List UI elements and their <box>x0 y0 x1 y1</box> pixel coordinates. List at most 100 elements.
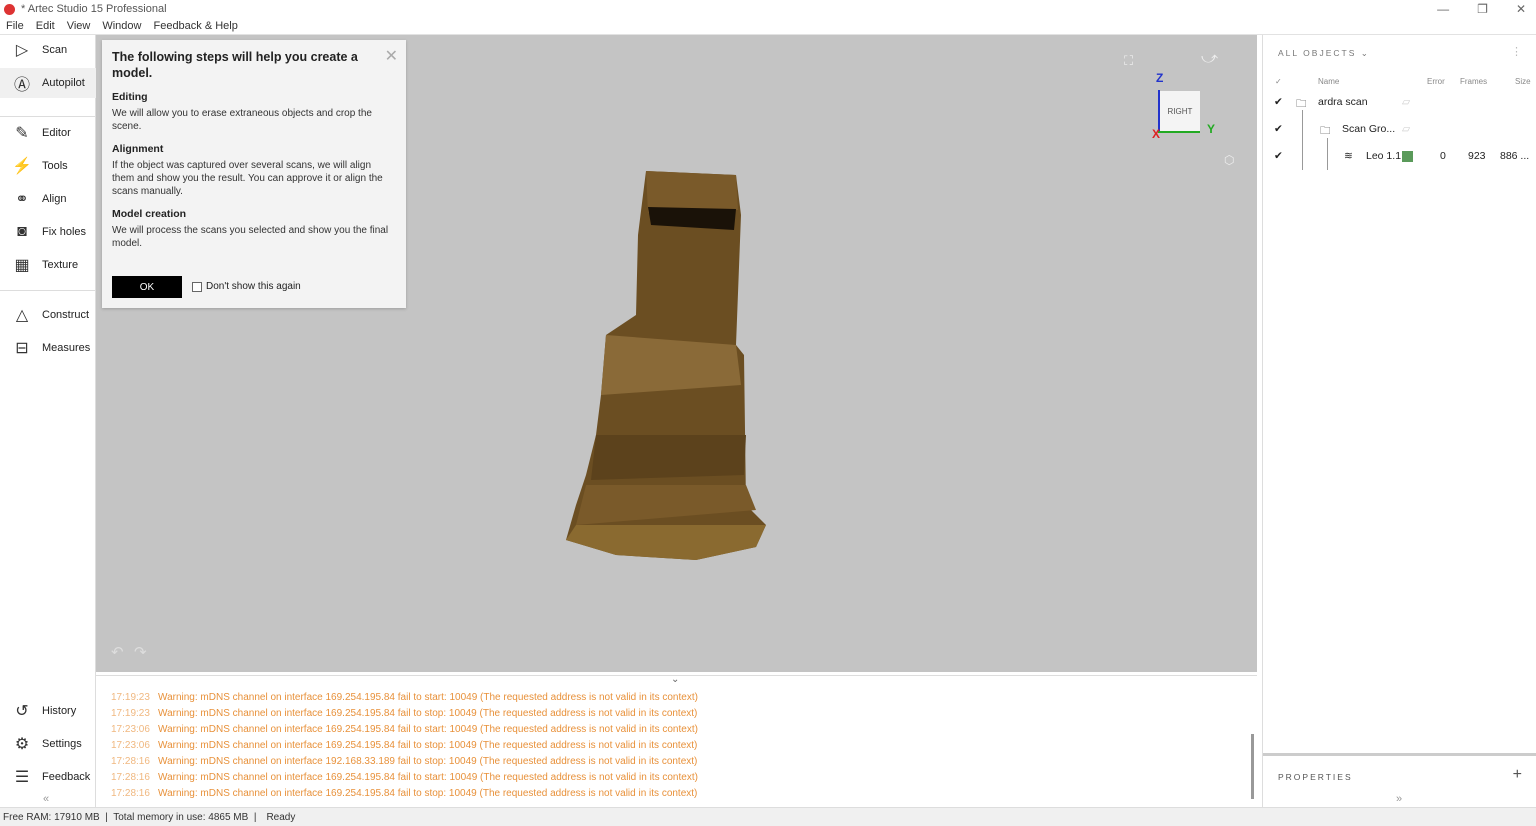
log-time: 17:19:23 <box>111 708 150 719</box>
scan-layers-icon: ≋ <box>1344 150 1353 162</box>
collapse-sidebar-button[interactable]: « <box>43 793 49 805</box>
sidebar-item-measures[interactable]: ⊟ Measures <box>0 333 96 363</box>
sidebar-item-editor[interactable]: ✎ Editor <box>0 118 96 148</box>
close-button[interactable]: ✕ <box>1516 2 1526 16</box>
sidebar-label: Tools <box>42 160 68 172</box>
sidebar-item-scan[interactable]: ▷ Scan <box>0 35 96 65</box>
visibility-check[interactable]: ✔ <box>1274 150 1283 162</box>
menu-feedback-help[interactable]: Feedback & Help <box>153 20 237 32</box>
folder-icon: 🗀 <box>1320 125 1331 137</box>
restore-button[interactable]: ❐ <box>1477 2 1488 16</box>
menu-edit[interactable]: Edit <box>36 20 55 32</box>
object-error: 0 <box>1440 150 1446 162</box>
gear-icon: ⚙ <box>14 736 30 753</box>
z-axis-label: Z <box>1156 71 1164 85</box>
menu-window[interactable]: Window <box>102 20 141 32</box>
view-cube-icon[interactable]: ⬡ <box>1224 153 1234 167</box>
sidebar-item-feedback[interactable]: ☰ Feedback <box>0 762 96 792</box>
column-name: Name <box>1318 77 1340 86</box>
visibility-check[interactable]: ✔ <box>1274 123 1283 135</box>
y-axis-label: Y <box>1207 122 1216 136</box>
object-row[interactable]: ✔ 🗀 ardra scan ▱ <box>1263 93 1536 113</box>
menu-file[interactable]: File <box>6 20 24 32</box>
dont-show-again-checkbox[interactable]: Don't show this again <box>192 281 301 292</box>
sidebar-item-settings[interactable]: ⚙ Settings <box>0 729 96 759</box>
sidebar-label: Measures <box>42 342 91 354</box>
view-cube-face[interactable]: RIGHT <box>1160 91 1200 131</box>
play-icon: ▷ <box>15 42 29 59</box>
dialog-title: The following steps will help you create… <box>112 50 358 80</box>
memory-status: Free RAM: 17910 MB | Total memory in use… <box>3 811 257 823</box>
column-error: Error <box>1427 77 1445 86</box>
log-scrollbar[interactable] <box>1251 734 1254 799</box>
sidebar: ▷ Scan Ⓐ Autopilot ✎ Editor ⚡ Tools ⚭ Align ◙… <box>0 35 96 807</box>
sidebar-label: Editor <box>42 127 71 139</box>
fit-view-icon[interactable]: ⛶ <box>1124 53 1133 69</box>
menu-view[interactable]: View <box>67 20 91 32</box>
column-check: ✓ <box>1275 77 1282 86</box>
rotate-view-icon[interactable]: ⤻ <box>1201 50 1218 68</box>
checkbox-box[interactable] <box>192 281 202 292</box>
sidebar-item-tools[interactable]: ⚡ Tools <box>0 151 96 181</box>
pencil-icon: ✎ <box>15 125 29 142</box>
sidebar-item-align[interactable]: ⚭ Align <box>0 184 96 214</box>
x-axis-label: X <box>1152 127 1161 141</box>
sidebar-label: Feedback <box>42 771 91 783</box>
log-line: 17:23:06 Warning: mDNS channel on interfa… <box>111 740 697 751</box>
sidebar-item-history[interactable]: ↺ History <box>0 696 96 726</box>
sidebar-label: Construct <box>42 309 90 321</box>
section-heading: Editing <box>112 91 148 103</box>
app-logo-icon <box>4 3 15 15</box>
object-row[interactable]: ✔ 🗀 Scan Gro... ▱ <box>1263 120 1536 140</box>
dialog-close-button[interactable]: ✕ <box>385 46 398 66</box>
expand-panel-button[interactable]: » <box>1396 793 1402 805</box>
section-heading: Alignment <box>112 143 164 155</box>
window-title: * Artec Studio 15 Professional <box>21 3 167 15</box>
sidebar-label: Align <box>42 193 67 205</box>
triangle-icon: △ <box>15 307 29 324</box>
sidebar-label: Fix holes <box>42 226 87 238</box>
log-toggle-button[interactable]: ⌄ <box>671 674 679 685</box>
log-time: 17:28:16 <box>111 756 150 767</box>
folder-icon: 🗀 <box>1296 98 1307 110</box>
object-size: 886 ... <box>1500 150 1530 162</box>
panel-splitter[interactable] <box>1263 753 1536 756</box>
log-panel: ⌄ 17:19:23 Warning: mDNS channel on inter… <box>96 674 1257 805</box>
log-time: 17:19:23 <box>111 692 150 703</box>
all-objects-dropdown[interactable]: ALL OBJECTS ⌄ <box>1278 48 1370 59</box>
log-message: Warning: mDNS channel on interface 169.2… <box>158 724 698 735</box>
log-line: 17:19:23 Warning: mDNS channel on interfa… <box>111 692 698 703</box>
title-bar: * Artec Studio 15 Professional — ❐ ✕ <box>0 0 1536 18</box>
texture-icon: ▦ <box>14 257 30 274</box>
menu-bar: File Edit View Window Feedback & Help <box>0 18 1536 35</box>
sidebar-item-construct[interactable]: △ Construct <box>0 300 96 330</box>
redo-icon[interactable]: ↷ <box>134 643 147 661</box>
log-time: 17:28:16 <box>111 788 150 799</box>
log-line: 17:28:16 Warning: mDNS channel on interfa… <box>111 756 697 767</box>
log-message: Warning: mDNS channel on interface 169.2… <box>158 708 698 719</box>
autopilot-dialog: ✕ The following steps will help you crea… <box>102 40 406 308</box>
object-name: Scan Gro... <box>1342 123 1396 135</box>
edit-icon[interactable]: ▱ <box>1402 96 1410 108</box>
section-text: We will allow you to erase extraneous ob… <box>112 108 372 132</box>
log-message: Warning: mDNS channel on interface 169.2… <box>158 772 698 783</box>
autopilot-icon: Ⓐ <box>13 77 30 94</box>
visibility-check[interactable]: ✔ <box>1274 96 1283 108</box>
minimize-button[interactable]: — <box>1437 2 1449 16</box>
object-frames: 923 <box>1468 150 1486 162</box>
log-time: 17:28:16 <box>111 772 150 783</box>
edit-icon[interactable]: ▱ <box>1402 123 1410 135</box>
ready-status: Ready <box>266 811 296 823</box>
section-text: We will process the scans you selected a… <box>112 225 389 249</box>
sidebar-item-texture[interactable]: ▦ Texture <box>0 250 96 280</box>
add-property-button[interactable]: + <box>1513 766 1522 784</box>
sidebar-item-autopilot[interactable]: Ⓐ Autopilot <box>0 68 96 98</box>
sidebar-item-fix-holes[interactable]: ◙ Fix holes <box>0 217 96 247</box>
more-options-icon[interactable]: ⋮ <box>1511 45 1522 58</box>
checkbox-label: Don't show this again <box>206 281 301 292</box>
object-row[interactable]: ✔ ≋ Leo 1.1 0 923 886 ... <box>1263 147 1536 167</box>
ruler-icon: ⊟ <box>15 340 29 357</box>
color-swatch[interactable] <box>1402 151 1413 162</box>
ok-button[interactable]: OK <box>112 276 182 298</box>
undo-icon[interactable]: ↶ <box>111 643 124 661</box>
